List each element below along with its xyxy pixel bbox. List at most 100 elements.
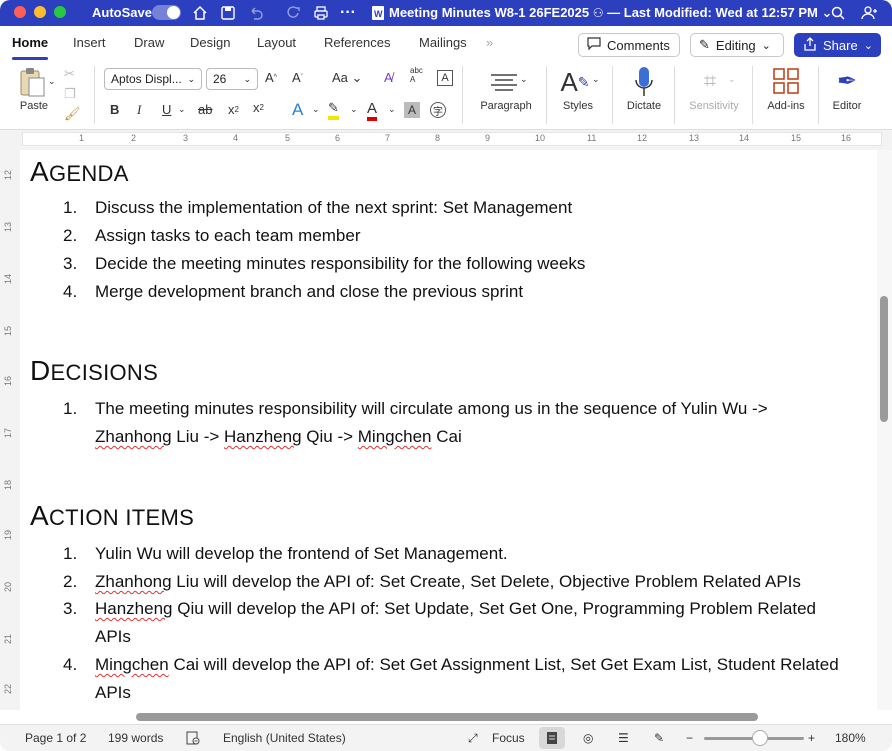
- subscript-button[interactable]: x2: [228, 102, 239, 117]
- misspelled-word[interactable]: Hanzheng: [224, 427, 302, 446]
- font-color-icon[interactable]: A: [367, 100, 378, 121]
- chevron-down-icon[interactable]: ⌄: [728, 74, 736, 85]
- print-layout-icon[interactable]: [539, 727, 565, 749]
- proofing-icon[interactable]: [186, 731, 200, 748]
- superscript-button[interactable]: x2: [253, 100, 264, 115]
- chevron-down-icon[interactable]: ⌄: [592, 74, 600, 85]
- decision-item[interactable]: The meeting minutes responsibility will …: [95, 399, 768, 419]
- clear-formatting-icon[interactable]: A̸: [384, 70, 393, 85]
- styles-icon[interactable]: A ✎: [558, 66, 592, 98]
- more-icon[interactable]: ···: [338, 3, 358, 23]
- heading-action-items[interactable]: ACTION ITEMS: [30, 500, 194, 532]
- grow-font-icon[interactable]: A ^: [265, 70, 277, 85]
- copy-icon[interactable]: ❐: [64, 86, 76, 102]
- cut-icon[interactable]: ✂: [64, 66, 75, 82]
- microphone-icon[interactable]: [632, 66, 656, 98]
- horizontal-scrollbar[interactable]: [20, 710, 877, 724]
- add-ins-icon[interactable]: [772, 66, 800, 96]
- bold-button[interactable]: B: [110, 102, 119, 117]
- tab-design[interactable]: Design: [190, 35, 230, 50]
- character-border-icon[interactable]: A: [437, 70, 453, 86]
- chevron-down-icon[interactable]: ⌄: [388, 104, 396, 115]
- outline-view-icon[interactable]: ☰: [618, 731, 629, 745]
- focus-icon[interactable]: ⤢: [468, 731, 478, 746]
- share-button[interactable]: Share ⌄: [794, 33, 881, 57]
- editor-icon[interactable]: ✒: [832, 66, 862, 96]
- sensitivity-icon[interactable]: ⌗: [696, 66, 724, 96]
- tab-mailings[interactable]: Mailings: [419, 35, 467, 50]
- document-title[interactable]: Meeting Minutes W8-1 26FE2025 ⚇ — Last M…: [389, 5, 832, 21]
- zoom-out-button[interactable]: −: [686, 731, 693, 745]
- zoom-slider-knob[interactable]: [752, 730, 768, 746]
- underline-button[interactable]: U: [162, 102, 171, 117]
- misspelled-word[interactable]: Hanzheng: [95, 599, 173, 618]
- vertical-scrollbar[interactable]: [877, 150, 892, 710]
- decision-item-continuation[interactable]: Zhanhong Liu -> Hanzheng Qiu -> Mingchen…: [95, 427, 462, 447]
- search-icon[interactable]: [828, 3, 848, 23]
- print-icon[interactable]: [311, 3, 331, 23]
- editing-mode-button[interactable]: ✎ Editing ⌄: [690, 33, 784, 57]
- format-painter-icon[interactable]: 🖌: [64, 106, 81, 122]
- language[interactable]: English (United States): [223, 731, 346, 745]
- misspelled-word[interactable]: Mingchen: [358, 427, 432, 446]
- tab-references[interactable]: References: [324, 35, 390, 50]
- change-case-icon[interactable]: Aa ⌄: [332, 70, 362, 86]
- font-size-select[interactable]: 26 ⌄: [206, 68, 258, 90]
- paste-icon[interactable]: [16, 66, 48, 98]
- chevron-down-icon[interactable]: ⌄: [350, 104, 358, 115]
- phonetic-guide-icon[interactable]: abc A: [410, 66, 423, 84]
- action-item-continuation[interactable]: APIs: [95, 627, 131, 647]
- misspelled-word[interactable]: Zhanhong: [95, 572, 172, 591]
- paste-options-chevron-icon[interactable]: ⌄: [48, 76, 56, 87]
- web-layout-icon[interactable]: ◎: [583, 731, 593, 745]
- zoom-in-button[interactable]: +: [808, 731, 815, 745]
- text-effects-icon[interactable]: A: [292, 100, 303, 120]
- character-shading-icon[interactable]: A: [404, 102, 420, 118]
- vertical-scroll-thumb[interactable]: [880, 296, 888, 422]
- chevron-down-icon[interactable]: ⌄: [178, 104, 186, 115]
- redo-icon[interactable]: [284, 3, 304, 23]
- draft-view-icon[interactable]: ✎: [654, 731, 664, 745]
- minimize-window-button[interactable]: [34, 6, 46, 18]
- tab-home[interactable]: Home: [12, 35, 49, 60]
- action-item[interactable]: Zhanhong Liu will develop the API of: Se…: [95, 572, 801, 592]
- focus-button[interactable]: Focus: [492, 731, 525, 745]
- highlight-color-icon[interactable]: ✎: [328, 100, 339, 120]
- ruler-track[interactable]: 1 2 3 4 5 6 7 8 9 10 11 12 13 14 15 16: [22, 132, 882, 146]
- account-icon[interactable]: [860, 3, 880, 23]
- page-count[interactable]: Page 1 of 2: [25, 731, 86, 745]
- tab-draw[interactable]: Draw: [134, 35, 164, 50]
- word-count[interactable]: 199 words: [108, 731, 163, 745]
- enclose-characters-icon[interactable]: 字: [430, 102, 446, 118]
- heading-agenda[interactable]: AGENDA: [30, 156, 129, 188]
- tab-insert[interactable]: Insert: [73, 35, 106, 50]
- agenda-item[interactable]: Assign tasks to each team member: [95, 226, 361, 246]
- close-window-button[interactable]: [14, 6, 26, 18]
- agenda-item[interactable]: Discuss the implementation of the next s…: [95, 198, 572, 218]
- action-item[interactable]: Yulin Wu will develop the frontend of Se…: [95, 544, 508, 564]
- home-icon[interactable]: [190, 3, 210, 23]
- undo-icon[interactable]: [246, 3, 266, 23]
- chevron-down-icon[interactable]: ⌄: [312, 104, 320, 115]
- chevron-down-icon[interactable]: ⌄: [520, 74, 528, 85]
- maximize-window-button[interactable]: [54, 6, 66, 18]
- action-item[interactable]: Hanzheng Qiu will develop the API of: Se…: [95, 599, 816, 619]
- horizontal-scroll-thumb[interactable]: [136, 713, 758, 721]
- misspelled-word[interactable]: Mingchen: [95, 655, 169, 674]
- more-tabs-icon[interactable]: »: [486, 35, 493, 50]
- document-page[interactable]: AGENDA 1. Discuss the implementation of …: [20, 150, 877, 710]
- action-item-continuation[interactable]: APIs: [95, 683, 131, 703]
- strikethrough-button[interactable]: ab: [198, 102, 212, 117]
- misspelled-word[interactable]: Zhanhong: [95, 427, 172, 446]
- comments-button[interactable]: Comments: [578, 33, 680, 57]
- shrink-font-icon[interactable]: Aˇ: [292, 70, 303, 85]
- paragraph-icon[interactable]: [484, 70, 524, 94]
- heading-decisions[interactable]: DECISIONS: [30, 355, 158, 387]
- autosave-toggle[interactable]: [152, 5, 181, 20]
- font-name-select[interactable]: Aptos Displ... ⌄: [104, 68, 202, 90]
- tab-layout[interactable]: Layout: [257, 35, 296, 50]
- agenda-item[interactable]: Merge development branch and close the p…: [95, 282, 523, 302]
- action-item[interactable]: Mingchen Cai will develop the API of: Se…: [95, 655, 839, 675]
- save-icon[interactable]: [218, 3, 238, 23]
- zoom-level[interactable]: 180%: [835, 731, 866, 745]
